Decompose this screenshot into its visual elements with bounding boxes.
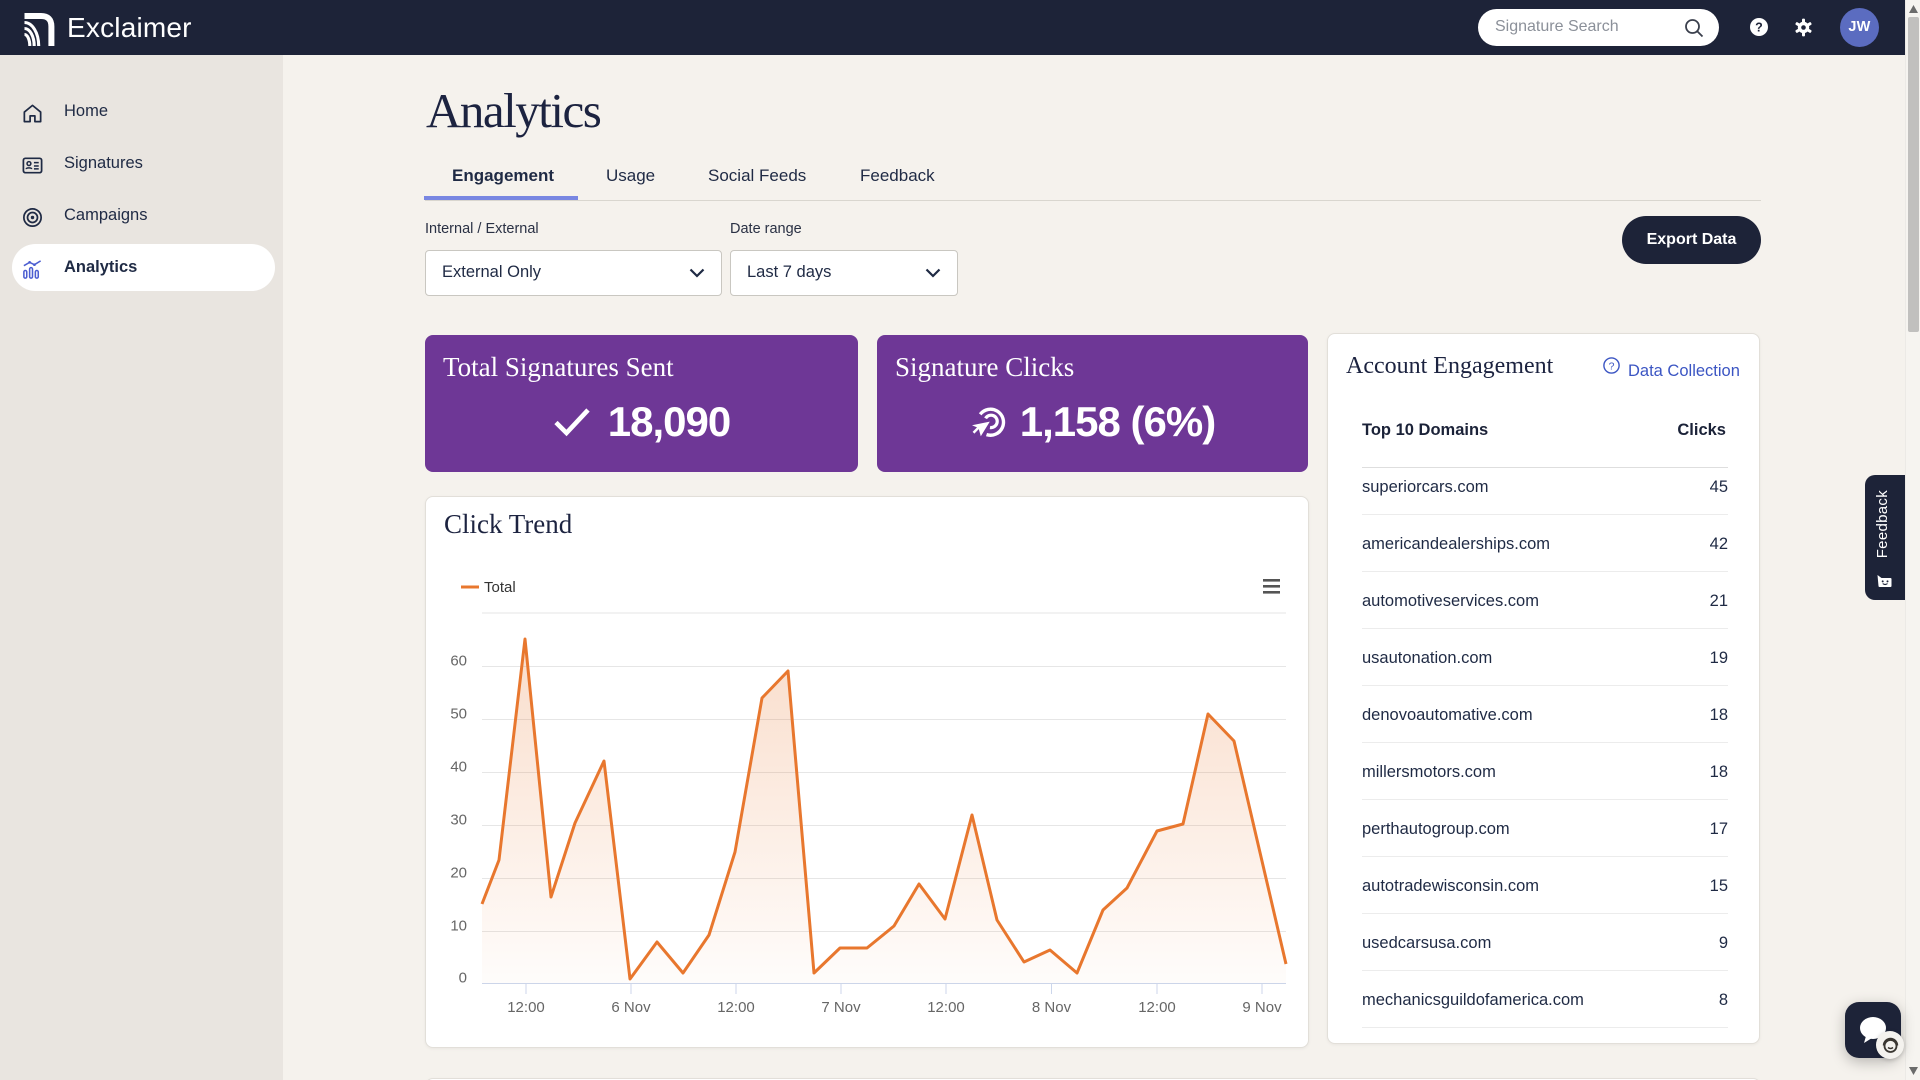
svg-text:12:00: 12:00 (717, 999, 755, 1016)
svg-text:?: ? (1755, 20, 1763, 34)
svg-text:8 Nov: 8 Nov (1032, 999, 1072, 1016)
svg-text:9 Nov: 9 Nov (1242, 999, 1282, 1016)
svg-text:12:00: 12:00 (507, 999, 545, 1016)
svg-text:12:00: 12:00 (1138, 999, 1176, 1016)
svg-text:40: 40 (450, 759, 467, 776)
svg-text:60: 60 (450, 653, 467, 670)
svg-text:10: 10 (450, 918, 467, 935)
svg-text:0: 0 (459, 970, 467, 987)
svg-text:6 Nov: 6 Nov (611, 999, 651, 1016)
svg-text:20: 20 (450, 865, 467, 882)
svg-text:50: 50 (450, 706, 467, 723)
svg-text:7 Nov: 7 Nov (821, 999, 861, 1016)
svg-text:12:00: 12:00 (927, 999, 965, 1016)
svg-text:Total: Total (484, 579, 516, 596)
svg-text:?: ? (1609, 361, 1615, 373)
svg-text:30: 30 (450, 812, 467, 829)
